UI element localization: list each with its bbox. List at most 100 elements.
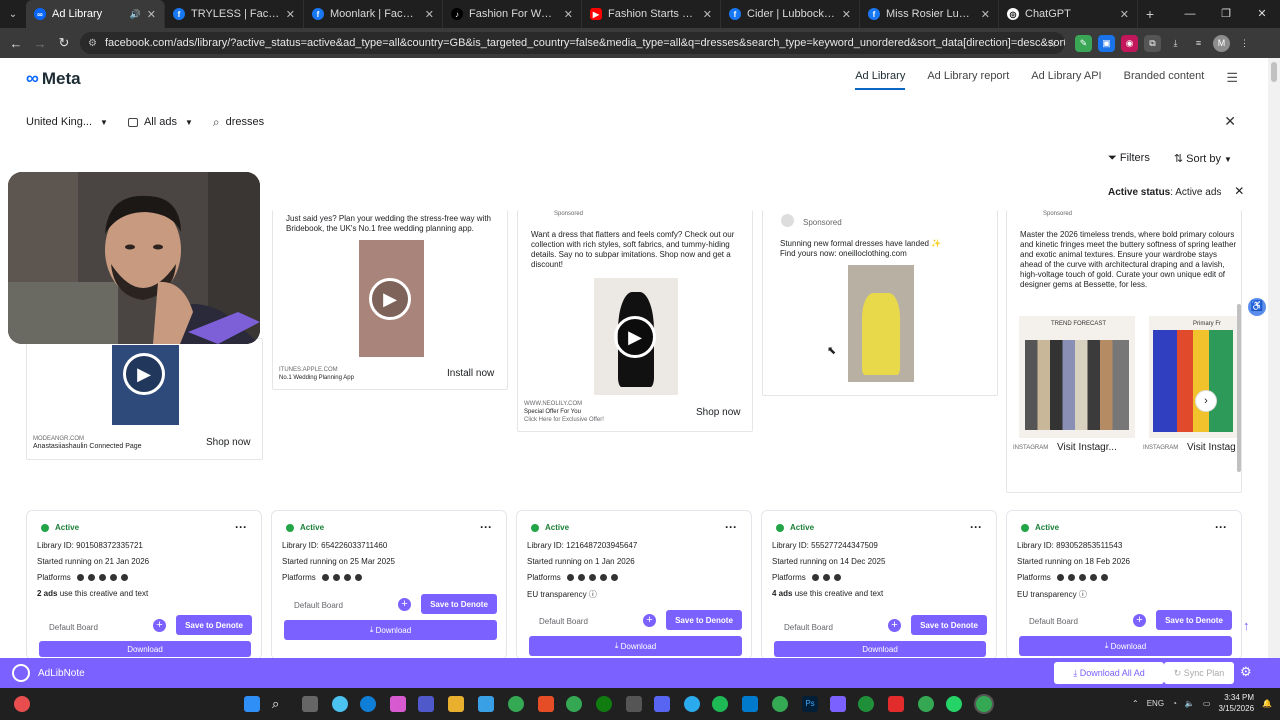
new-tab-button[interactable]: + xyxy=(1138,6,1162,22)
close-tab-icon[interactable]: ✕ xyxy=(1120,8,1129,21)
country-select[interactable]: United King... ▼ xyxy=(26,116,108,128)
meta-logo[interactable]: ∞ Meta xyxy=(26,68,81,89)
download-all-button[interactable]: ⤓ Download All Ad xyxy=(1054,662,1164,684)
more-options-icon[interactable]: ··· xyxy=(480,520,492,534)
carousel-next-icon[interactable]: › xyxy=(1195,390,1217,412)
save-to-denote-button[interactable]: Save to Denote xyxy=(1156,610,1232,630)
board-select[interactable]: Default Board xyxy=(539,617,588,626)
browser-menu-icon[interactable]: ⋮ xyxy=(1236,35,1253,52)
extension-icon[interactable]: ◉ xyxy=(1121,34,1138,52)
bookmark-star-icon[interactable]: ☆ xyxy=(1047,37,1057,50)
teams-icon[interactable] xyxy=(418,696,434,712)
chrome-active-icon[interactable] xyxy=(976,696,992,712)
close-window-icon[interactable]: ✕ xyxy=(1244,0,1280,28)
play-icon[interactable]: ▶ xyxy=(369,278,411,320)
nav-ad-library-report[interactable]: Ad Library report xyxy=(927,70,1009,90)
remove-filter-icon[interactable]: ✕ xyxy=(1234,184,1244,198)
save-to-denote-button[interactable]: Save to Denote xyxy=(176,615,252,635)
hamburger-menu-icon[interactable]: ☰ xyxy=(1226,70,1238,90)
notification-app-icon[interactable] xyxy=(14,696,30,712)
app-icon[interactable] xyxy=(830,696,846,712)
search-input[interactable]: ⌕ dresses xyxy=(213,115,264,130)
download-button[interactable]: ⤓ Download xyxy=(1019,636,1232,656)
wifi-icon[interactable]: ◔ xyxy=(1172,699,1177,708)
sort-by-button[interactable]: ⇅ Sort by ▼ xyxy=(1174,152,1232,165)
tray-chevron-icon[interactable]: ⌃ xyxy=(1132,699,1139,708)
spotify-icon[interactable] xyxy=(712,696,728,712)
browser-tab-cider[interactable]: f Cider | Lubbock TX | Facet ✕ xyxy=(721,0,860,28)
close-tab-icon[interactable]: ✕ xyxy=(147,8,156,21)
board-select[interactable]: Default Board xyxy=(49,623,98,632)
play-icon[interactable]: ▶ xyxy=(123,353,165,395)
download-button[interactable]: Download xyxy=(39,641,251,657)
carousel-image[interactable]: Primary Fr xyxy=(1149,316,1237,438)
office-icon[interactable] xyxy=(538,696,554,712)
carousel-image[interactable]: TREND FORECAST xyxy=(1019,316,1135,438)
download-button[interactable]: ⤓ Download xyxy=(284,620,497,640)
more-options-icon[interactable]: ··· xyxy=(970,520,982,534)
add-board-icon[interactable]: + xyxy=(888,619,901,632)
maximize-icon[interactable]: ❐ xyxy=(1208,0,1244,28)
media-controls-icon[interactable]: ≡ xyxy=(1190,35,1207,52)
back-icon[interactable]: ← xyxy=(4,36,28,51)
extensions-puzzle-icon[interactable]: ⧉ xyxy=(1144,34,1161,52)
page-scrollbar[interactable] xyxy=(1268,58,1280,658)
browser-tab-miss-rosier[interactable]: f Miss Rosier Lux | Croydon ✕ xyxy=(860,0,999,28)
add-board-icon[interactable]: + xyxy=(643,614,656,627)
browser-tab-tryless[interactable]: f TRYLESS | Facebook ✕ xyxy=(165,0,304,28)
site-info-icon[interactable]: ⚙ xyxy=(88,38,97,49)
app-icon[interactable] xyxy=(888,696,904,712)
board-select[interactable]: Default Board xyxy=(1029,617,1078,626)
notifications-bell-icon[interactable]: 🔔 xyxy=(1262,699,1272,708)
clear-search-icon[interactable]: ✕ xyxy=(1224,113,1236,130)
ad-preview-card[interactable]: Sponsored Want a dress that flatters and… xyxy=(517,210,753,432)
close-tab-icon[interactable]: ✕ xyxy=(981,8,990,21)
app-icon[interactable] xyxy=(626,696,642,712)
ad-preview-card[interactable]: ▶ MODEANGR.COM Anastasiiashaulin Connect… xyxy=(26,338,263,460)
tab-search-icon[interactable]: ⌄ xyxy=(0,0,26,28)
ad-type-select[interactable]: All ads ▼ xyxy=(127,116,193,128)
save-to-denote-button[interactable]: Save to Denote xyxy=(666,610,742,630)
more-options-icon[interactable]: ··· xyxy=(1215,520,1227,534)
settings-gear-icon[interactable]: ⚙ xyxy=(1240,664,1252,680)
install-now-button[interactable]: Install now xyxy=(447,368,494,379)
close-tab-icon[interactable]: ✕ xyxy=(425,8,434,21)
chrome-icon[interactable] xyxy=(918,696,934,712)
more-options-icon[interactable]: ··· xyxy=(235,520,247,534)
close-tab-icon[interactable]: ✕ xyxy=(564,8,573,21)
ad-preview-card[interactable]: Sponsored Stunning new formal dresses ha… xyxy=(762,210,998,396)
browser-tab-chatgpt[interactable]: ◎ ChatGPT ✕ xyxy=(999,0,1138,28)
filters-button[interactable]: ⏷ Filters xyxy=(1108,152,1150,165)
close-tab-icon[interactable]: ✕ xyxy=(286,8,295,21)
extension-icon[interactable]: ✎ xyxy=(1075,34,1092,52)
more-options-icon[interactable]: ··· xyxy=(725,520,737,534)
board-select[interactable]: Default Board xyxy=(294,601,343,610)
ad-image[interactable] xyxy=(848,265,914,382)
ad-video-thumbnail[interactable]: ▶ xyxy=(112,345,179,425)
visit-instagram-button[interactable]: Visit Instagr... xyxy=(1057,442,1117,453)
add-board-icon[interactable]: + xyxy=(153,619,166,632)
edge-dev-icon[interactable] xyxy=(858,696,874,712)
board-select[interactable]: Default Board xyxy=(784,623,833,632)
profile-avatar-icon[interactable]: M xyxy=(1213,34,1230,52)
ad-preview-card[interactable]: Sponsored Master the 2026 timeless trend… xyxy=(1006,210,1242,493)
ad-preview-card[interactable]: Just said yes? Plan your wedding the str… xyxy=(272,210,508,390)
download-button[interactable]: Download xyxy=(774,641,986,657)
file-explorer-icon[interactable] xyxy=(448,696,464,712)
browser-tab-ad-library[interactable]: ∞ Ad Library 🔊 ✕ xyxy=(26,0,165,28)
inner-scrollbar[interactable] xyxy=(1237,304,1241,472)
eu-transparency-row[interactable]: EU transparency ⓘ xyxy=(1017,589,1087,600)
browser-tab-moonlark[interactable]: f Moonlark | Facebook ✕ xyxy=(304,0,443,28)
volume-icon[interactable]: 🔈 xyxy=(1185,699,1195,708)
edge-icon[interactable] xyxy=(360,696,376,712)
info-icon[interactable]: ⓘ xyxy=(1079,590,1087,599)
nav-branded-content[interactable]: Branded content xyxy=(1124,70,1205,90)
photoshop-icon[interactable]: Ps xyxy=(802,696,818,712)
clock[interactable]: 3:34 PM 3/15/2026 xyxy=(1218,692,1254,714)
add-board-icon[interactable]: + xyxy=(398,598,411,611)
shop-now-button[interactable]: Shop now xyxy=(696,407,740,418)
whatsapp-icon[interactable] xyxy=(946,696,962,712)
scroll-to-top-icon[interactable]: ↑ xyxy=(1243,618,1250,633)
copilot-icon[interactable] xyxy=(390,696,406,712)
nav-ad-library[interactable]: Ad Library xyxy=(855,70,906,90)
